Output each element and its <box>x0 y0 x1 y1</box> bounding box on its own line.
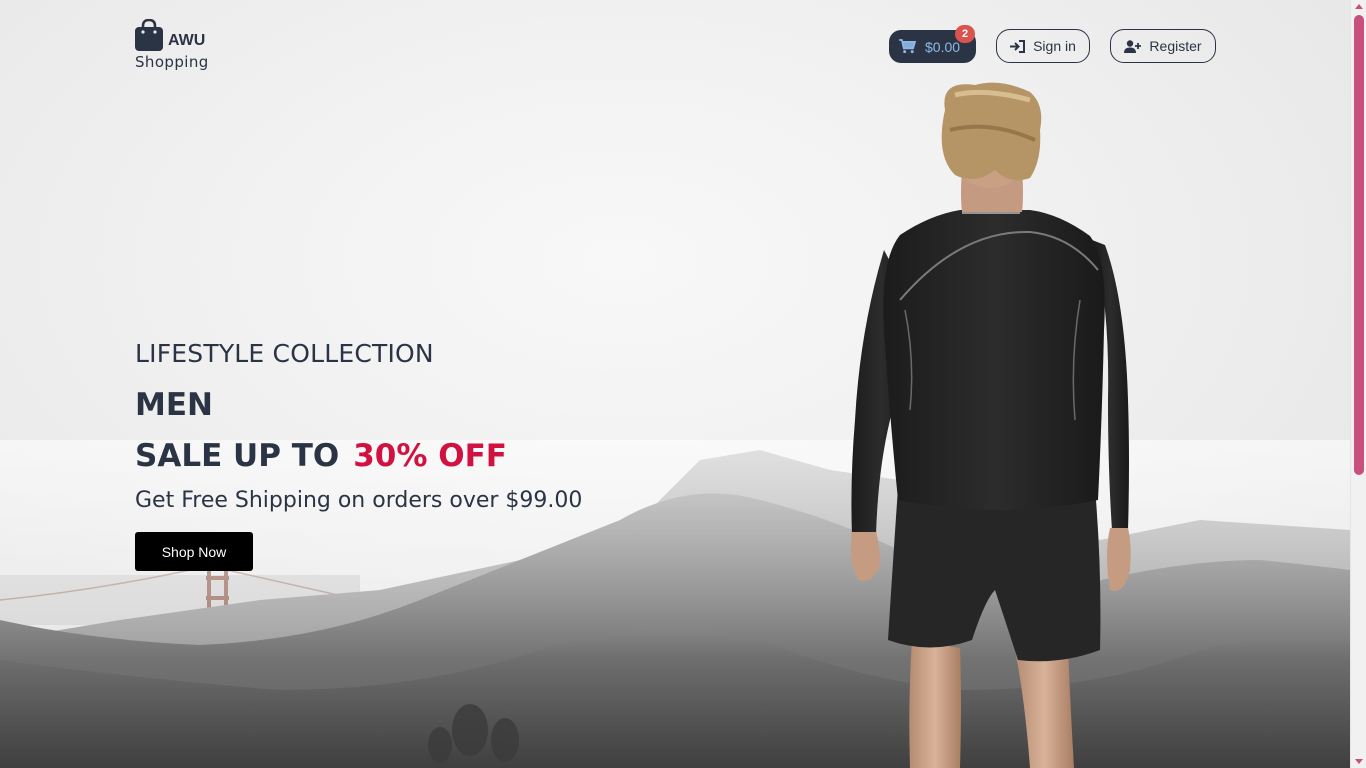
brand-subtitle: Shopping <box>135 53 209 71</box>
hero-title: MEN <box>135 387 213 423</box>
sign-in-label: Sign in <box>1033 38 1076 54</box>
scroll-up-arrow-icon[interactable] <box>1355 4 1363 9</box>
sale-prefix: SALE UP TO <box>135 438 340 474</box>
shipping-text: Get Free Shipping on orders over $99.00 <box>135 488 583 513</box>
register-button[interactable]: Register <box>1110 29 1216 63</box>
hero-banner <box>0 0 1350 768</box>
sale-highlight: 30% OFF <box>353 438 507 474</box>
user-plus-icon <box>1124 39 1142 53</box>
register-label: Register <box>1149 38 1202 54</box>
hero-eyebrow: LIFESTYLE COLLECTION <box>135 339 434 368</box>
shopping-bag-icon <box>135 19 163 51</box>
page-scrollbar[interactable] <box>1350 0 1366 768</box>
sign-in-icon <box>1010 39 1026 53</box>
shop-now-button[interactable]: Shop Now <box>135 532 253 571</box>
sign-in-button[interactable]: Sign in <box>996 29 1090 63</box>
scroll-down-arrow-icon[interactable] <box>1355 759 1363 764</box>
cart-count-badge: 2 <box>955 25 975 43</box>
hero-sale-heading: SALE UP TO 30% OFF <box>135 438 507 474</box>
hero-background-image <box>0 82 1350 768</box>
cart-total: $0.00 <box>925 38 961 55</box>
shopping-cart-icon <box>899 39 916 54</box>
scrollbar-thumb[interactable] <box>1354 15 1364 475</box>
brand-name: AWU <box>168 32 206 49</box>
